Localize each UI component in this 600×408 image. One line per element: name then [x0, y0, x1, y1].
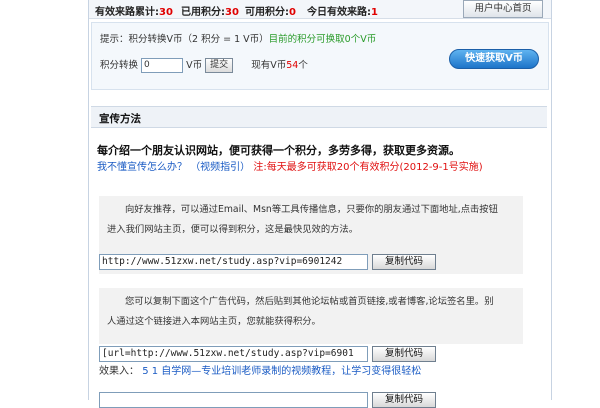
section-title: 宣传方法 [99, 113, 141, 125]
method2-text-line1: 您可以复制下面这个广告代码，然后贴到其他论坛帖或首页链接,或者博客,论坛签名里。… [125, 296, 494, 307]
available-conversion-text: 目前的积分可换取0个V币 [268, 34, 377, 45]
help-links: 我不懂宣传怎么办？ （视频指引） 注:每天最多可获取20个有效积分(2012-9… [97, 158, 483, 173]
effect-link[interactable]: 5 1 自学网—专业培训老师录制的视频教程，让学习变得很轻松 [142, 366, 421, 377]
section-header: 宣传方法 [91, 106, 547, 128]
effective-total-stat: 有效来路累计:30 [95, 7, 173, 18]
today-effective-stat: 今日有效来路:1 [307, 7, 378, 18]
conversion-tip: 提示：积分转换V币（2 积分 = 1 V币）目前的积分可换取0个V币 [100, 34, 377, 45]
convert-label: 积分转换 [100, 60, 139, 71]
referral-url-input[interactable]: http://www.51zxw.net/study.asp?vip=69012… [99, 254, 368, 270]
effect-label: 效果入： [99, 366, 139, 377]
available-points-stat: 可用积分:0 [245, 7, 296, 18]
how-to-promote-link[interactable]: 我不懂宣传怎么办？ [97, 162, 187, 173]
code-input-3[interactable] [99, 392, 368, 408]
used-points-stat: 已用积分:30 [181, 7, 239, 18]
method2-panel: 您可以复制下面这个广告代码，然后贴到其他论坛帖或首页链接,或者博客,论坛签名里。… [99, 288, 523, 344]
convert-unit: V币 [186, 60, 203, 71]
daily-limit-note: 注:每天最多可获取20个有效积分(2012-9-1号实施) [253, 162, 483, 173]
points-info-box: 提示：积分转换V币（2 积分 = 1 V币）目前的积分可换取0个V币 积分转换 … [91, 22, 549, 90]
intro-headline: 每介绍一个朋友认识网站，便可获得一个积分，多劳多得，获取更多资源。 [97, 144, 460, 157]
copy-url-button[interactable]: 复制代码 [372, 254, 436, 270]
method1-text-line1: 向好友推荐，可以通过Email、Msn等工具传播信息，只要你的朋友通过下面地址,… [125, 204, 498, 215]
copy-code-button-3[interactable]: 复制代码 [372, 392, 436, 408]
stats-bar: 有效来路累计:30 已用积分:30 可用积分:0 今日有效来路:1 用户中心首页 [89, 0, 551, 19]
effect-preview: 效果入： 5 1 自学网—专业培训老师录制的视频教程，让学习变得很轻松 [99, 362, 421, 377]
submit-button[interactable]: 提交 [205, 58, 234, 73]
user-center-button[interactable]: 用户中心首页 [463, 0, 543, 18]
ad-code-input[interactable]: [url=http://www.51zxw.net/study.asp?vip=… [99, 346, 368, 362]
quick-get-vcoin-button[interactable]: 快速获取V币 [449, 49, 539, 69]
convert-amount-input[interactable]: 0 [141, 58, 184, 73]
current-vcoin-value: 54 [286, 60, 299, 71]
method2-text-line2: 人通过这个链接进入本网站主页，您就能获得积分。 [107, 316, 321, 327]
method1-text-line2: 进入我们网站主页，便可以得到积分，这是最快见效的方法。 [107, 224, 359, 235]
video-guide-link[interactable]: （视频指引） [190, 162, 250, 173]
page-container: 有效来路累计:30 已用积分:30 可用积分:0 今日有效来路:1 用户中心首页… [88, 0, 552, 408]
copy-ad-code-button[interactable]: 复制代码 [372, 346, 436, 362]
current-vcoin-unit: 个 [298, 60, 308, 71]
convert-row: 积分转换 0 V币 提交 现有V币54个 [100, 57, 308, 73]
current-vcoin-label: 现有V币 [251, 60, 287, 71]
